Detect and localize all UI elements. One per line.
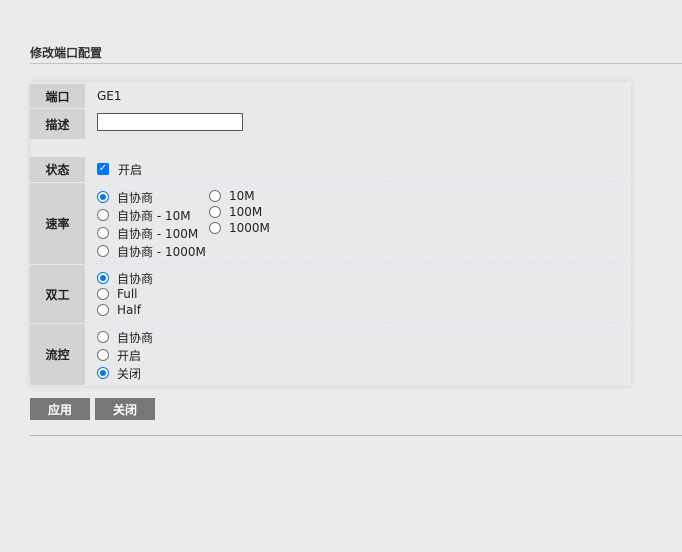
speed-option-auto-10m[interactable]: 自协商 - 10M <box>97 207 191 223</box>
duplex-option-half[interactable]: Half <box>97 302 141 318</box>
flow-control-option-auto[interactable]: 自协商 <box>97 329 153 345</box>
flow-control-label: 流控 <box>30 324 85 385</box>
flow-control-option-on[interactable]: 开启 <box>97 347 141 363</box>
speed-option-100m[interactable]: 100M <box>209 204 262 220</box>
duplex-option-label: 自协商 <box>117 271 154 286</box>
description-label: 描述 <box>30 109 85 139</box>
flow-control-option-off[interactable]: 关闭 <box>97 365 141 381</box>
duplex-option-auto[interactable]: 自协商 <box>97 270 153 286</box>
flow-control-option-label: 关闭 <box>117 366 142 381</box>
speed-option-auto-100m[interactable]: 自协商 - 100M <box>97 225 198 241</box>
radio-icon <box>209 222 221 234</box>
flow-control-option-label: 开启 <box>117 348 142 363</box>
duplex-label: 双工 <box>30 265 85 323</box>
duplex-option-full[interactable]: Full <box>97 286 138 302</box>
radio-icon <box>97 288 109 300</box>
speed-option-label: 自协商 - 100M <box>117 226 199 241</box>
status-checkbox-label: 开启 <box>118 162 143 177</box>
speed-option-label: 自协商 <box>117 190 154 205</box>
duplex-option-label: Half <box>117 303 141 317</box>
checkmark-icon: ✓ <box>97 163 109 175</box>
speed-option-label: 10M <box>229 189 255 203</box>
flow-control-option-label: 自协商 <box>117 330 154 345</box>
radio-icon <box>97 209 109 221</box>
page-title: 修改端口配置 <box>30 46 103 60</box>
apply-button[interactable]: 应用 <box>30 398 90 420</box>
radio-icon <box>97 272 109 284</box>
radio-icon <box>209 206 221 218</box>
speed-option-label: 1000M <box>229 221 270 235</box>
bottom-divider <box>30 435 682 436</box>
duplex-option-label: Full <box>117 287 138 301</box>
description-input[interactable] <box>97 113 243 131</box>
flow-control-row: 流控 自协商 开启 关闭 <box>30 324 631 385</box>
radio-icon <box>97 367 109 379</box>
radio-icon <box>97 245 109 257</box>
duplex-row: 双工 自协商 Full Half <box>30 265 631 323</box>
port-row: 端口 GE1 <box>30 84 631 108</box>
status-label: 状态 <box>30 157 85 182</box>
speed-option-auto-1000m[interactable]: 自协商 - 1000M <box>97 243 206 259</box>
port-label: 端口 <box>30 84 85 108</box>
port-value: GE1 <box>97 89 122 103</box>
radio-icon <box>97 331 109 343</box>
radio-icon <box>97 349 109 361</box>
speed-label: 速率 <box>30 183 85 264</box>
close-button[interactable]: 关闭 <box>95 398 155 420</box>
status-enable-checkbox[interactable]: ✓ 开启 <box>97 161 142 177</box>
speed-option-auto[interactable]: 自协商 <box>97 189 153 205</box>
top-divider <box>30 63 682 64</box>
speed-option-label: 自协商 - 10M <box>117 208 191 223</box>
port-config-form: 端口 GE1 描述 状态 ✓ 开启 速率 自协商 自协商 - 10M 自协商 -… <box>30 82 631 386</box>
radio-icon <box>97 227 109 239</box>
speed-row: 速率 自协商 自协商 - 10M 自协商 - 100M 自协商 - 1000M … <box>30 183 631 264</box>
radio-icon <box>97 191 109 203</box>
speed-option-label: 自协商 - 1000M <box>117 244 206 259</box>
speed-option-1000m[interactable]: 1000M <box>209 220 270 236</box>
status-row: 状态 ✓ 开启 <box>30 157 631 182</box>
radio-icon <box>97 304 109 316</box>
speed-option-10m[interactable]: 10M <box>209 188 255 204</box>
radio-icon <box>209 190 221 202</box>
speed-option-label: 100M <box>229 205 263 219</box>
